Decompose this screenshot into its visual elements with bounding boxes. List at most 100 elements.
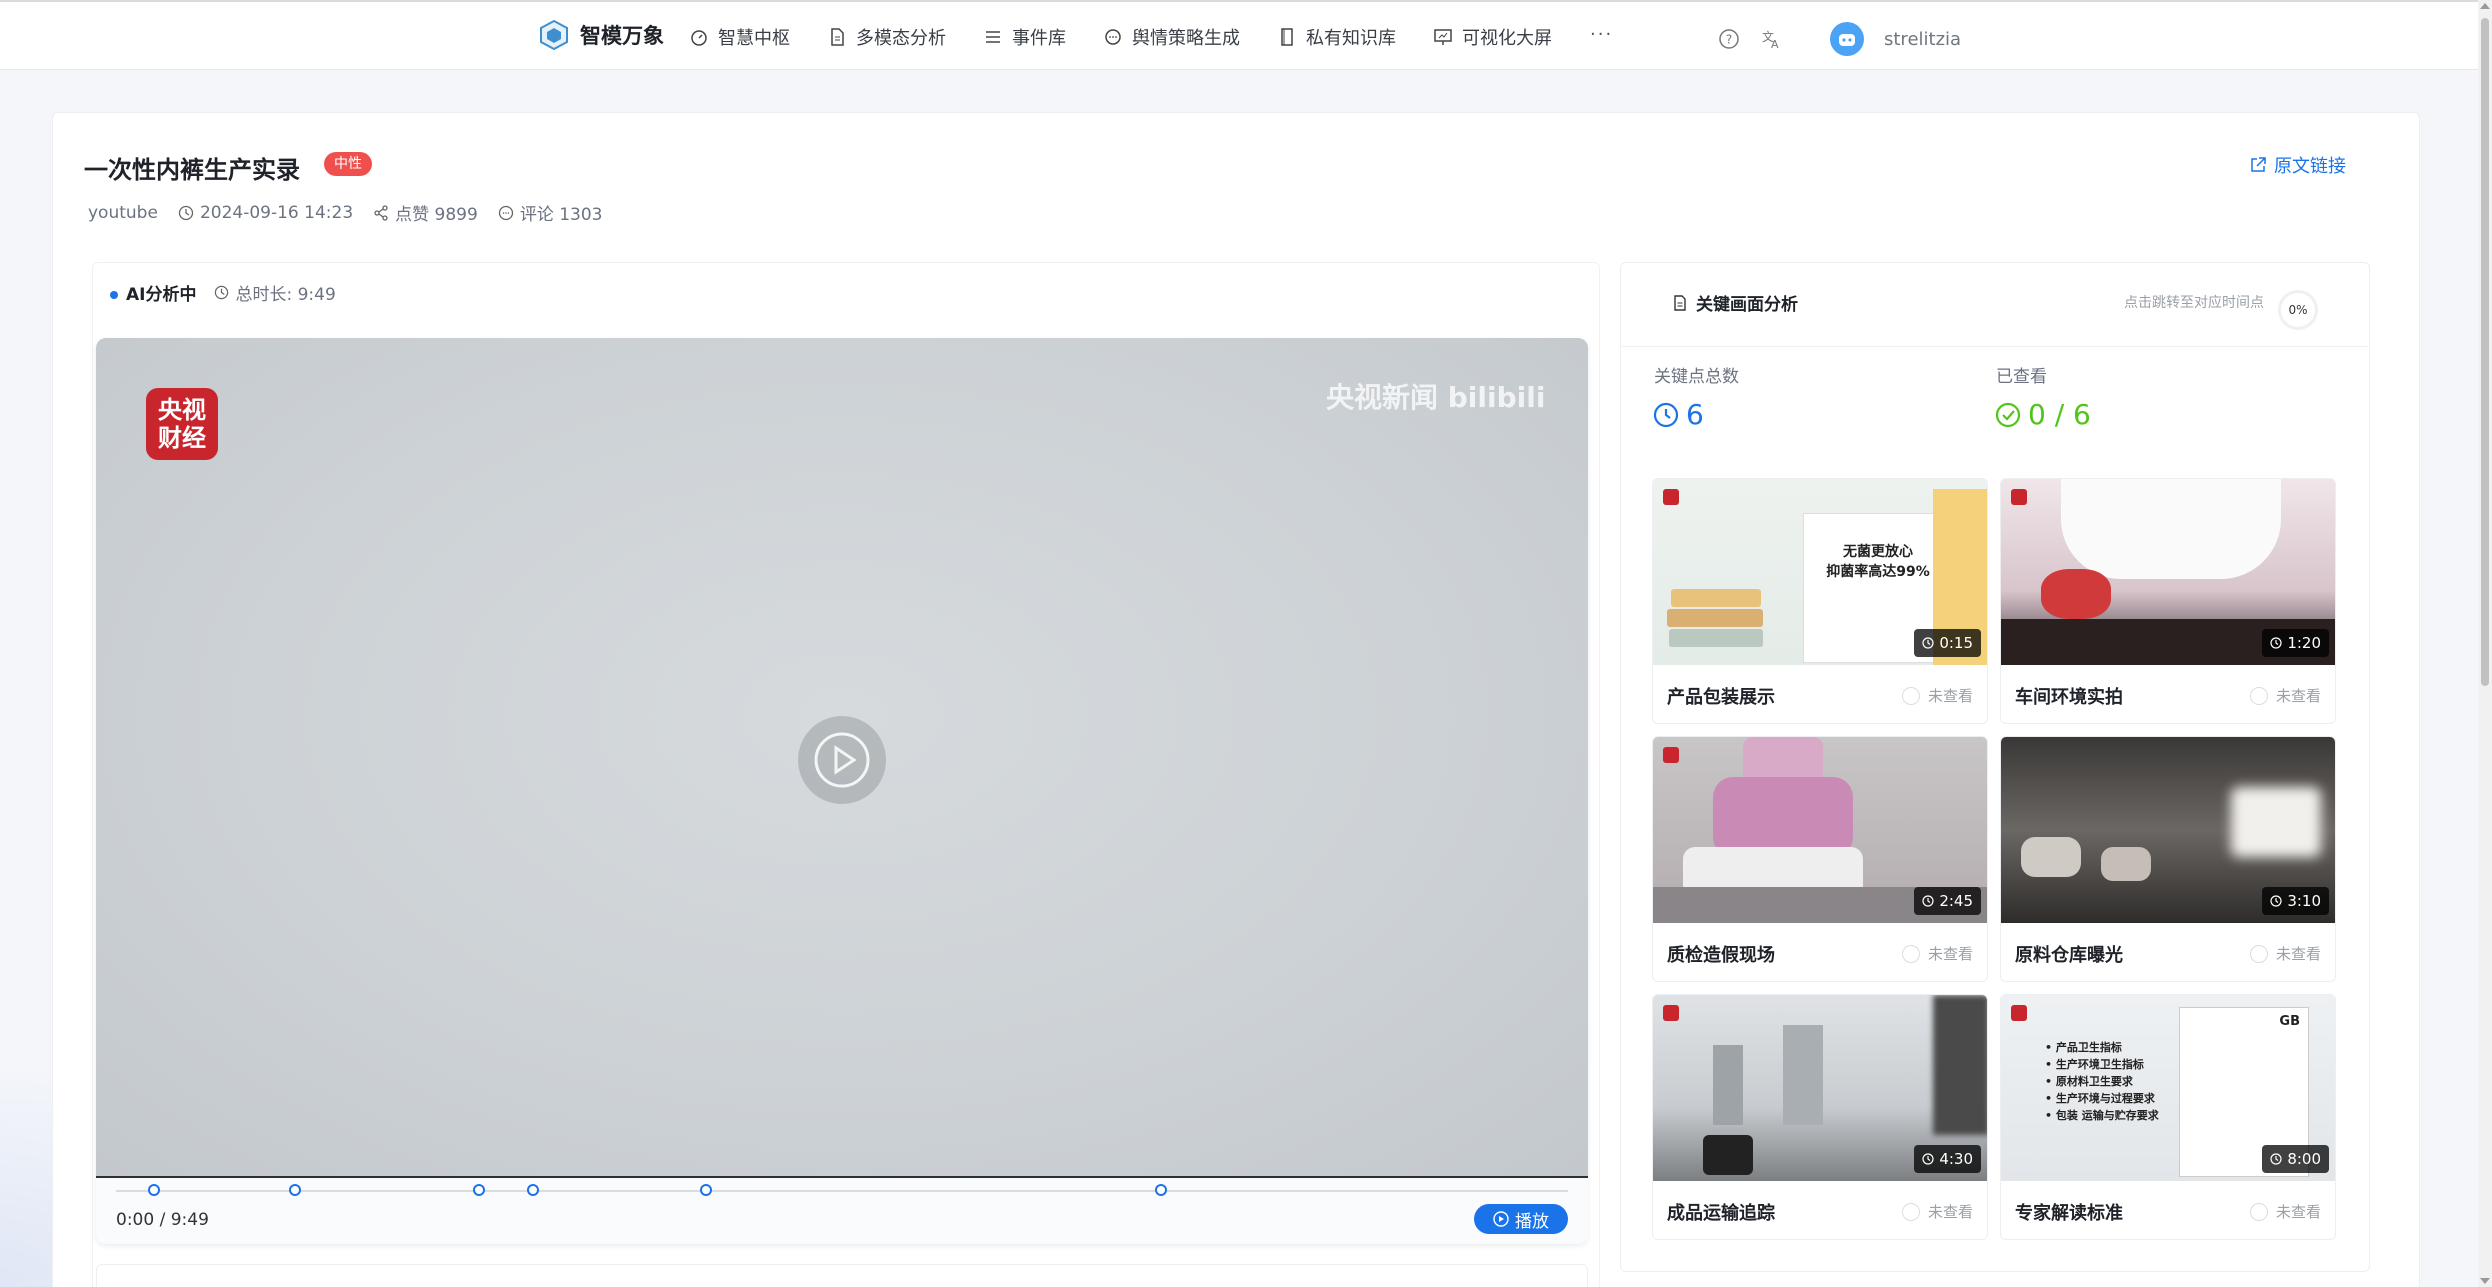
keyframe-caption: 成品运输追踪 [1667,1203,1775,1224]
nav-item-smart-hub[interactable]: 智慧中枢 [690,24,790,50]
play-circle-icon [814,732,870,788]
external-link-icon [2251,157,2266,172]
total-count: 6 [1686,398,1704,431]
timeline-marker[interactable] [288,1184,301,1196]
dashboard-icon [691,30,707,46]
share-icon [374,204,388,221]
keyframe-title-label: 关键画面分析 [1696,295,1798,315]
nav-item-multimodal[interactable]: 多模态分析 [828,24,946,50]
thumbnail-text: • 生产环境卫生指标 [2045,1058,2144,1071]
status-circle-icon [1901,686,1920,705]
play-button[interactable]: 播放 [1474,1204,1568,1234]
help-icon[interactable]: ? [1718,28,1740,50]
time-display: 0:00 / 9:49 [116,1210,209,1230]
duration: 总时长: 9:49 [214,280,336,305]
time-badge: 8:00 [2262,1145,2329,1173]
time-label: 0:15 [1939,634,1973,652]
robot-icon [1839,34,1855,46]
timeline-marker[interactable] [1155,1184,1168,1196]
nav-item-knowledge[interactable]: 私有知识库 [1278,24,1396,50]
thumbnail-text: • 包装 运输与贮存要求 [2045,1109,2159,1122]
keyframe-card[interactable]: 无菌更放心 抑菌率高达99% 0:15 产品包装展示 未查看 [1652,478,1988,724]
clock-icon [1922,1153,1934,1165]
likes-count: 点赞 9899 [395,205,478,225]
view-status[interactable]: 未查看 [1901,943,1973,964]
page-scrollbar[interactable] [2478,0,2492,1287]
total-keypoints-label: 关键点总数 [1654,367,1739,387]
duration-label: 总时长: 9:49 [235,285,336,305]
nav-more-button[interactable]: ··· [1590,24,1613,50]
thumbnail-text: 无菌更放心 [1843,544,1913,560]
view-status[interactable]: 未查看 [2249,685,2321,706]
status-label: 未查看 [1927,945,1973,963]
clock-icon [2270,895,2282,907]
list-icon [986,31,1000,43]
view-status[interactable]: 未查看 [2249,943,2321,964]
viewed-value: 0 / 6 [1994,398,2091,431]
top-navbar: 智模万象 智慧中枢 多模态分析 事件库 舆情策略生成 私有知识库 可视化大屏 ·… [0,0,2478,70]
nav-label: 舆情策略生成 [1132,28,1240,49]
timeline-marker[interactable] [147,1184,160,1196]
status-label: 未查看 [1927,1203,1973,1221]
scroll-down-arrow-icon[interactable] [2480,1278,2490,1284]
document-icon [1674,294,1686,311]
time-label: 1:20 [2287,634,2321,652]
publish-time: 2024-09-16 14:23 [178,203,353,223]
page-title: 一次性内裤生产实录 [84,156,300,184]
scrollbar-thumb[interactable] [2481,18,2489,686]
keyframe-card[interactable]: • 产品卫生指标 • 生产环境卫生指标 • 原材料卫生要求 • 生产环境与过程要… [2000,994,2336,1240]
play-overlay-button[interactable] [798,716,886,804]
timeline-marker[interactable] [473,1184,485,1196]
brand[interactable]: 智模万象 [540,20,664,50]
origin-link[interactable]: 原文链接 [2250,152,2346,178]
video-frame[interactable]: 央视 财经 央视新闻 bilibili [96,338,1588,1178]
clock-icon [1922,895,1934,907]
nav-item-bigscreen[interactable]: 可视化大屏 [1434,24,1552,50]
analysis-section-below [96,1264,1588,1287]
scroll-up-arrow-icon[interactable] [2480,3,2490,9]
chat-icon [1105,29,1121,45]
thumbnail-text: • 原材料卫生要求 [2045,1075,2133,1088]
nav-item-strategy[interactable]: 舆情策略生成 [1104,24,1240,50]
keyframe-title: 关键画面分析 [1672,290,1798,315]
timeline-marker[interactable] [526,1184,539,1196]
avatar[interactable] [1830,22,1864,56]
time-label: 3:10 [2287,892,2321,910]
status-label: 未查看 [2275,945,2321,963]
timeline-track[interactable] [116,1184,1568,1196]
status-circle-icon [1901,944,1920,963]
thumbnail-text: GB [2279,1014,2300,1029]
thumbnail-text: 抑菌率高达99% [1826,564,1930,580]
nav-item-events[interactable]: 事件库 [984,24,1066,50]
comment-icon [498,205,513,220]
main-nav: 智慧中枢 多模态分析 事件库 舆情策略生成 私有知识库 可视化大屏 ··· [690,24,1613,50]
keyframe-card[interactable]: 2:45 质检造假现场 未查看 [1652,736,1988,982]
view-status[interactable]: 未查看 [1901,1201,1973,1222]
keyframe-card[interactable]: 1:20 车间环境实拍 未查看 [2000,478,2336,724]
translate-icon[interactable]: 文A [1760,28,1782,50]
play-label: 播放 [1515,1211,1549,1232]
timeline-marker[interactable] [699,1184,712,1196]
view-status[interactable]: 未查看 [1901,685,1973,706]
status-circle-icon [2249,1202,2268,1221]
nav-label: 私有知识库 [1306,28,1396,49]
source: youtube [88,202,158,223]
play-icon [1493,1211,1509,1227]
cctv-logo [2011,489,2027,505]
username[interactable]: strelitzia [1884,29,1961,50]
viewed-label: 已查看 [1996,367,2047,387]
document-icon [831,28,844,46]
keyframe-thumbnail: • 产品卫生指标 • 生产环境卫生指标 • 原材料卫生要求 • 生产环境与过程要… [2001,995,2335,1181]
time-badge: 0:15 [1914,629,1981,657]
clock-icon [178,205,194,220]
book-icon [1281,28,1293,46]
ai-status-label: AI分析中 [126,285,197,305]
comments: 评论 1303 [498,200,602,225]
clock-icon [215,285,229,300]
check-circle-icon [1995,402,2021,427]
keyframe-card[interactable]: 3:10 原料仓库曝光 未查看 [2000,736,2336,982]
view-status[interactable]: 未查看 [2249,1201,2321,1222]
keyframe-thumbnail: 4:30 [1653,995,1987,1181]
divider [1622,346,2368,347]
keyframe-card[interactable]: 4:30 成品运输追踪 未查看 [1652,994,1988,1240]
